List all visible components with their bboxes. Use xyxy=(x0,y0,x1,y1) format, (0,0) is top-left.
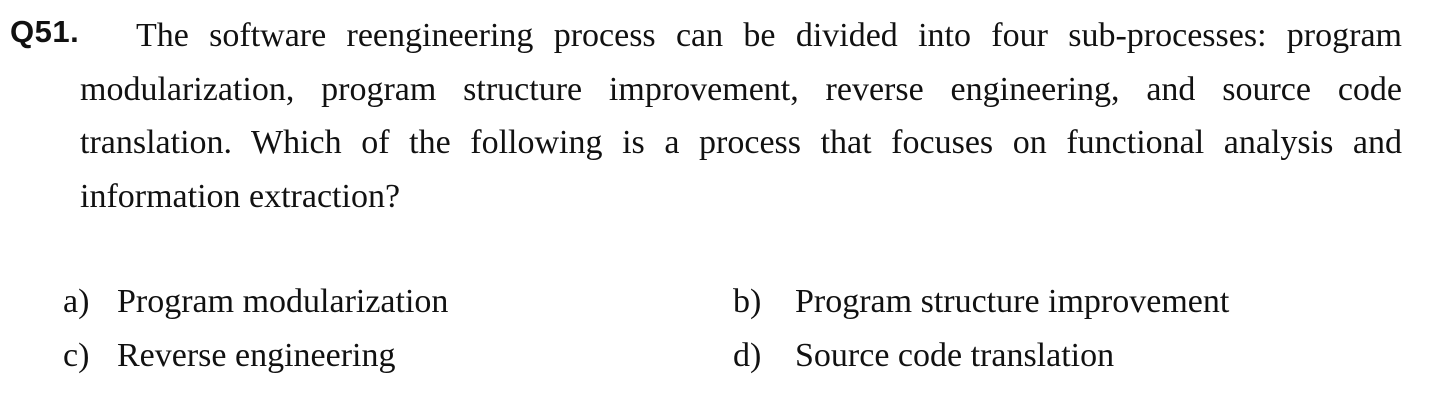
question-block: Q51. The software reengineering process … xyxy=(0,0,1450,404)
option-b[interactable]: b) Program structure improvement xyxy=(733,280,1229,324)
question-number: Q51. xyxy=(10,14,80,49)
option-letter: d) xyxy=(733,337,762,374)
option-c[interactable]: c) Reverse engineering xyxy=(63,334,396,378)
option-text: Source code translation xyxy=(795,337,1115,374)
option-text: Program modularization xyxy=(117,283,449,320)
option-letter: b) xyxy=(733,283,762,320)
option-letter: a) xyxy=(63,283,90,320)
option-text: Reverse engineering xyxy=(117,337,396,374)
option-text: Program structure improvement xyxy=(795,283,1230,320)
question-text: The software reengineering process can b… xyxy=(80,17,1402,215)
option-a[interactable]: a) Program modularization xyxy=(63,280,448,324)
option-letter: c) xyxy=(63,337,90,374)
option-d[interactable]: d) Source code translation xyxy=(733,334,1114,378)
